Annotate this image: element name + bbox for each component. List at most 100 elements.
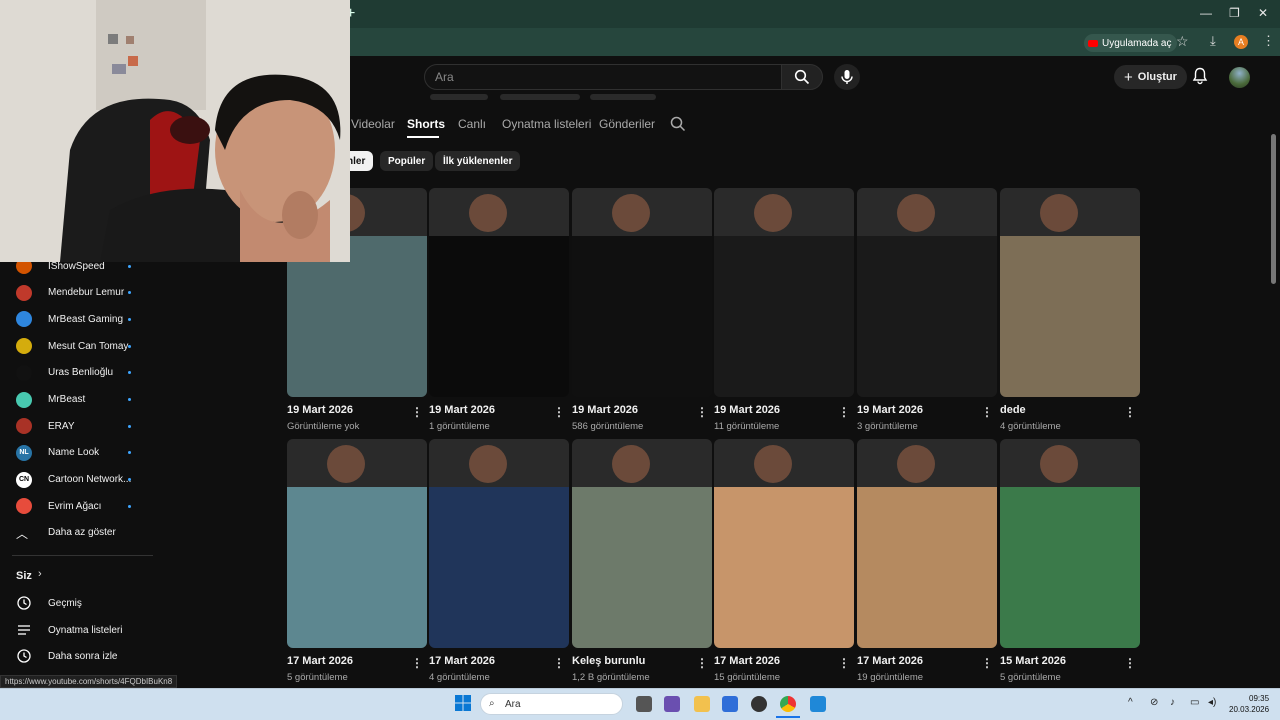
short-options-icon[interactable]: ⋮: [1124, 656, 1136, 670]
chip-oldest[interactable]: İlk yüklenenler: [435, 151, 521, 171]
short-options-icon[interactable]: ⋮: [981, 656, 993, 670]
page-scrollbar[interactable]: [1271, 134, 1276, 284]
taskbar-clock[interactable]: 09:35 20.03.2026: [1229, 693, 1269, 715]
channel-search-icon[interactable]: [670, 116, 686, 137]
sidebar-subscription-item[interactable]: ERAY: [0, 413, 153, 439]
file-explorer-icon[interactable]: [694, 696, 710, 712]
streamer-face-image: [754, 445, 792, 483]
close-window-button[interactable]: ✕: [1258, 6, 1268, 20]
tab-posts[interactable]: Gönderiler: [599, 117, 655, 131]
sidebar-subscription-item[interactable]: MrBeast: [0, 387, 153, 413]
sidebar-subscription-item[interactable]: MrBeast Gaming: [0, 306, 153, 332]
speaker-icon[interactable]: ◂): [1208, 697, 1216, 708]
channel-name: MrBeast Gaming: [48, 313, 124, 325]
sidebar-subscription-item[interactable]: Mesut Can Tomay: [0, 333, 153, 359]
chrome-icon[interactable]: [780, 696, 796, 712]
short-thumbnail[interactable]: [572, 439, 712, 648]
short-view-count: Görüntüleme yok: [287, 421, 360, 432]
short-title[interactable]: 17 Mart 2026: [287, 655, 353, 667]
short-title[interactable]: 19 Mart 2026: [714, 404, 780, 416]
sidebar-subscription-item[interactable]: NL Name Look: [0, 440, 153, 466]
chip-popular[interactable]: Popüler: [380, 151, 434, 171]
tab-videos[interactable]: Videolar: [351, 117, 395, 131]
short-options-icon[interactable]: ⋮: [696, 405, 708, 419]
short-options-icon[interactable]: ⋮: [981, 405, 993, 419]
app-icon[interactable]: [810, 696, 826, 712]
download-icon[interactable]: ⤓: [1210, 33, 1216, 49]
playlist-icon: [18, 625, 30, 635]
microphone-tray-icon[interactable]: ♪: [1170, 697, 1175, 708]
short-title[interactable]: 19 Mart 2026: [572, 404, 638, 416]
channel-avatar: [16, 338, 32, 355]
tab-shorts[interactable]: Shorts: [407, 117, 445, 131]
browser-profile-avatar[interactable]: A: [1234, 35, 1248, 49]
short-thumbnail[interactable]: [572, 188, 712, 397]
channel-name: Mesut Can Tomay: [48, 340, 129, 352]
short-thumbnail[interactable]: [857, 188, 997, 397]
short-options-icon[interactable]: ⋮: [553, 405, 565, 419]
you-section-header[interactable]: Siz ›: [0, 563, 153, 589]
short-thumbnail[interactable]: [429, 188, 569, 397]
short-thumbnail[interactable]: [714, 188, 854, 397]
search-button[interactable]: [781, 64, 823, 90]
short-options-icon[interactable]: ⋮: [696, 656, 708, 670]
new-content-dot: [128, 371, 131, 375]
short-title[interactable]: 17 Mart 2026: [429, 655, 495, 667]
chevron-right-icon: ›: [38, 568, 42, 580]
sidebar-subscription-item[interactable]: Uras Benlioğlu: [0, 360, 153, 386]
short-thumbnail[interactable]: [857, 439, 997, 648]
short-title[interactable]: 17 Mart 2026: [714, 655, 780, 667]
short-options-icon[interactable]: ⋮: [411, 405, 423, 419]
short-thumbnail[interactable]: [287, 439, 427, 648]
taskbar-search[interactable]: ⌕ Ara: [480, 693, 623, 715]
display-icon[interactable]: ▭: [1190, 697, 1199, 708]
new-content-dot: [128, 291, 131, 295]
short-title[interactable]: 15 Mart 2026: [1000, 655, 1066, 667]
open-in-app-button[interactable]: Uygulamada aç: [1084, 34, 1178, 52]
short-options-icon[interactable]: ⋮: [1124, 405, 1136, 419]
sidebar-item-label: Geçmiş: [48, 597, 82, 609]
sidebar-item-history[interactable]: Geçmiş: [0, 590, 153, 616]
short-thumbnail[interactable]: [1000, 188, 1140, 397]
task-view-icon[interactable]: [636, 696, 652, 712]
short-title[interactable]: 17 Mart 2026: [857, 655, 923, 667]
new-content-dot: [128, 317, 131, 321]
tab-playlists[interactable]: Oynatma listeleri: [502, 117, 591, 131]
short-options-icon[interactable]: ⋮: [838, 405, 850, 419]
voice-search-button[interactable]: [834, 64, 860, 90]
short-title[interactable]: 19 Mart 2026: [287, 404, 353, 416]
short-thumbnail[interactable]: [1000, 439, 1140, 648]
sidebar-subscription-item[interactable]: Mendebur Lemur: [0, 280, 153, 306]
sidebar-item-playlists[interactable]: Oynatma listeleri: [0, 617, 153, 643]
short-view-count: 15 görüntüleme: [714, 672, 781, 683]
account-avatar[interactable]: [1229, 67, 1250, 88]
short-options-icon[interactable]: ⋮: [553, 656, 565, 670]
sidebar-subscription-item[interactable]: Evrim Ağacı: [0, 493, 153, 519]
sidebar-item-watch-later[interactable]: Daha sonra izle: [0, 643, 153, 669]
maximize-button[interactable]: ❐: [1229, 6, 1240, 20]
short-options-icon[interactable]: ⋮: [838, 656, 850, 670]
m365-icon[interactable]: [664, 696, 680, 712]
short-options-icon[interactable]: ⋮: [411, 656, 423, 670]
create-button[interactable]: + Oluştur: [1114, 65, 1187, 89]
tray-chevron-up-icon[interactable]: ^: [1128, 697, 1133, 708]
short-title[interactable]: dede: [1000, 404, 1026, 416]
bookmark-star-icon[interactable]: ☆: [1176, 33, 1189, 50]
tab-live[interactable]: Canlı: [458, 117, 486, 131]
network-off-icon[interactable]: ⊘: [1150, 697, 1158, 708]
sidebar-subscription-item[interactable]: CN Cartoon Network...: [0, 467, 153, 493]
short-title[interactable]: Keleş burunlu: [572, 655, 645, 667]
minimize-button[interactable]: —: [1200, 6, 1212, 20]
notifications-bell-icon[interactable]: [1192, 67, 1208, 90]
obs-icon[interactable]: [751, 696, 767, 712]
search-input[interactable]: Ara: [424, 64, 782, 90]
short-thumbnail[interactable]: [714, 439, 854, 648]
store-icon[interactable]: [722, 696, 738, 712]
short-thumbnail[interactable]: [429, 439, 569, 648]
windows-start-icon[interactable]: [455, 695, 471, 711]
short-title[interactable]: 19 Mart 2026: [429, 404, 495, 416]
show-less-button[interactable]: ︿ Daha az göster: [0, 519, 153, 545]
browser-menu-icon[interactable]: ⋮: [1262, 33, 1275, 49]
short-title[interactable]: 19 Mart 2026: [857, 404, 923, 416]
show-less-label: Daha az göster: [48, 526, 116, 538]
